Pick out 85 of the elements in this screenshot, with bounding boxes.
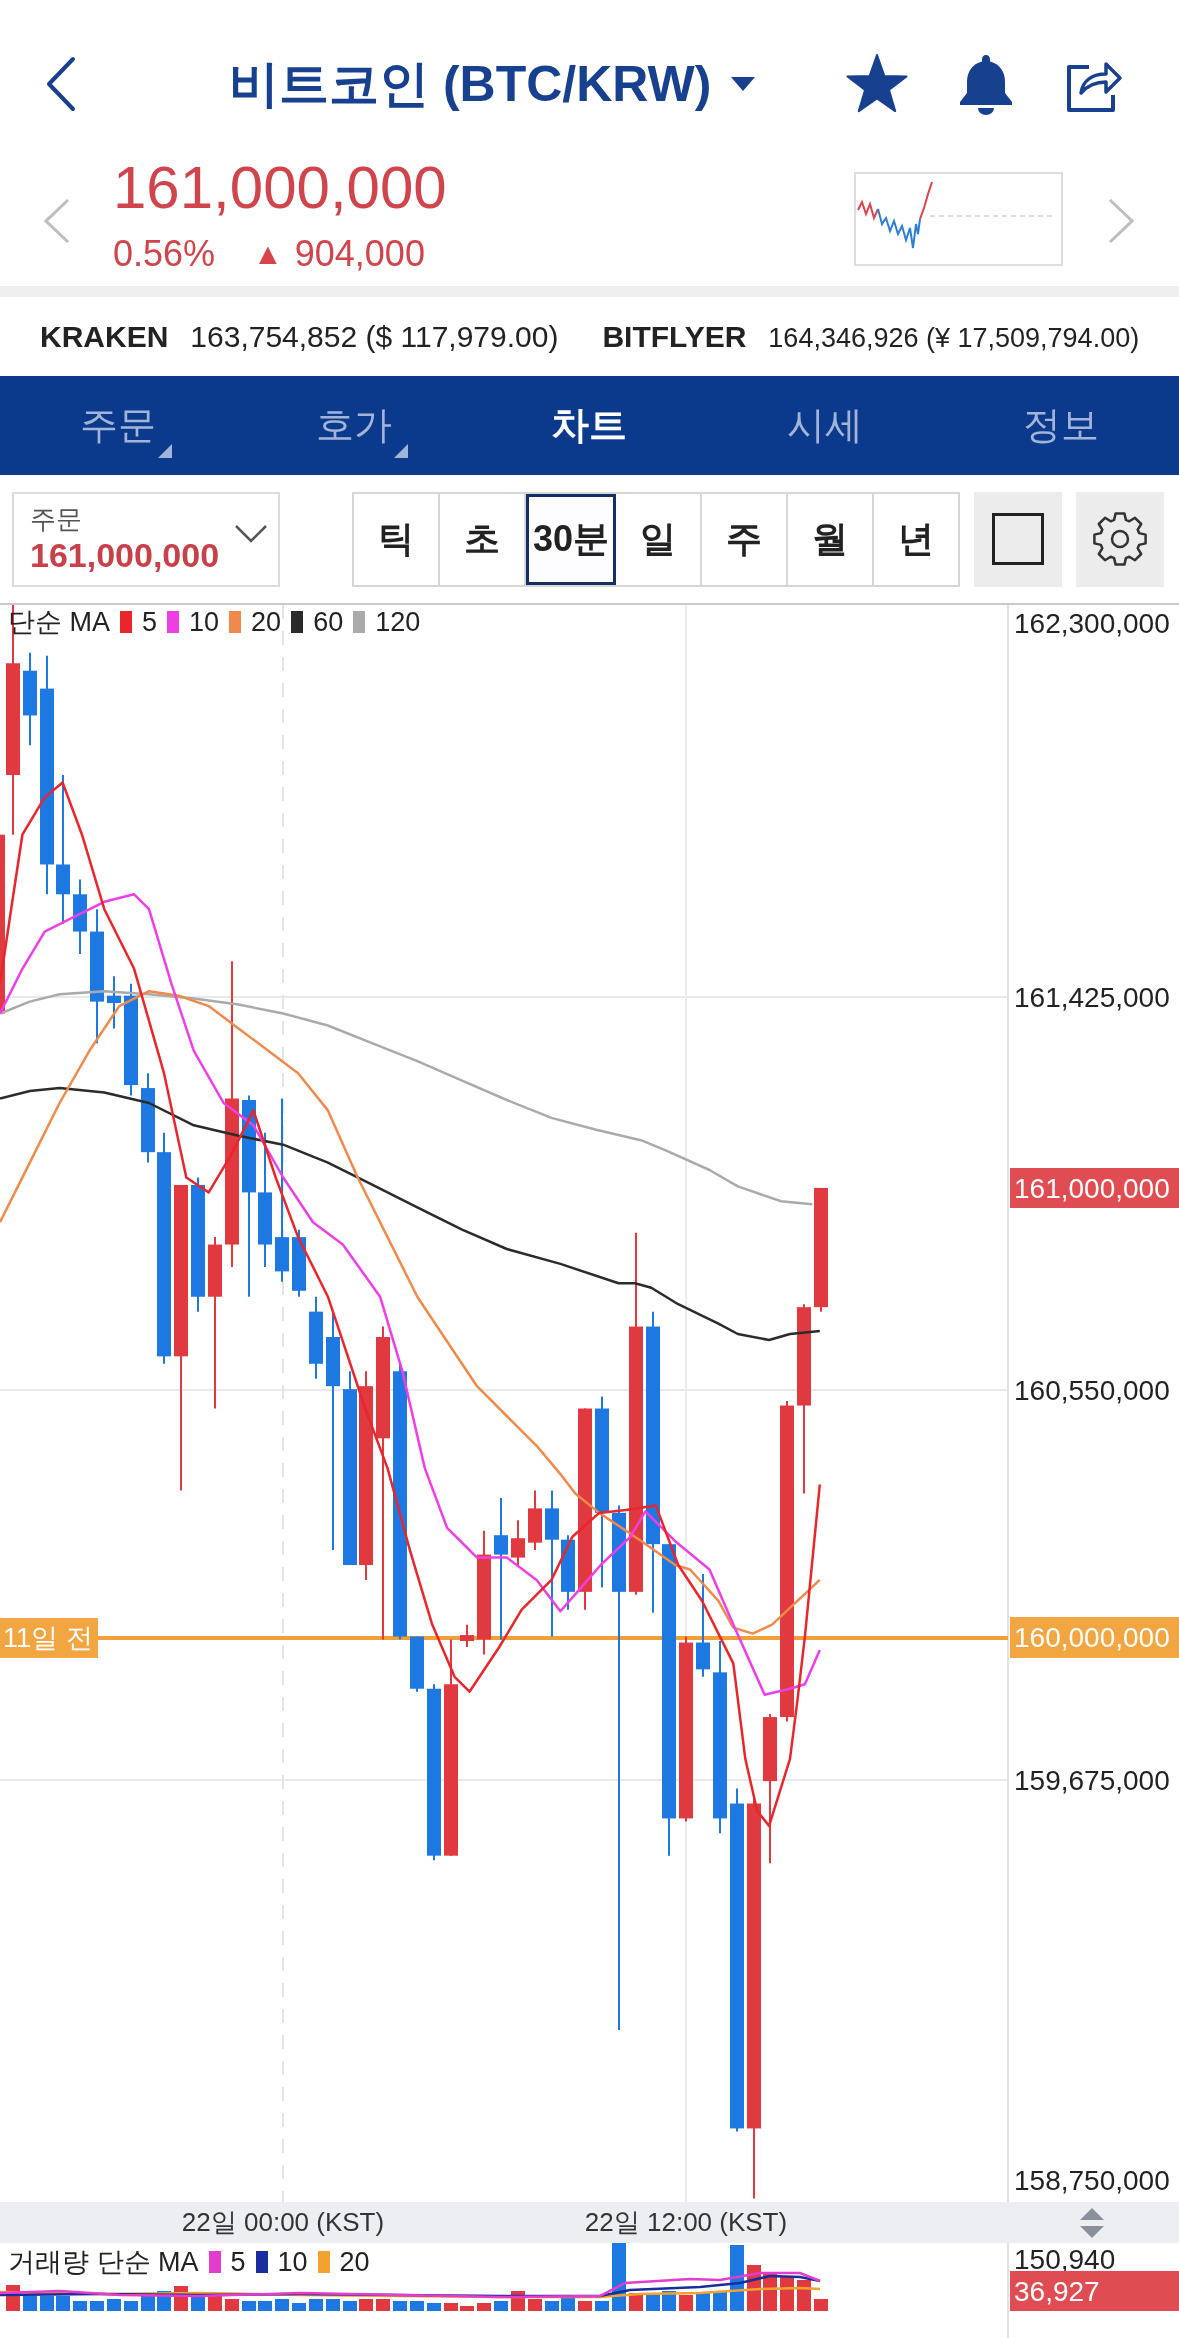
legend-label: 10 <box>189 606 220 639</box>
volume-bar <box>359 2299 373 2311</box>
volume-bar <box>578 2301 592 2311</box>
axis-label: 159,675,000 <box>1014 1764 1170 1796</box>
price-value: 161,000,000 <box>113 158 447 218</box>
volume-bar <box>797 2280 811 2311</box>
back-icon[interactable] <box>45 56 77 112</box>
exchange-price: 164,346,926 (¥ 17,509,794.00) <box>768 322 1140 354</box>
order-price-select[interactable]: 주문 161,000,000 <box>12 491 280 587</box>
legend-label: 20 <box>339 2246 370 2279</box>
candlestick <box>292 1228 306 1298</box>
volume-bar <box>258 2301 272 2311</box>
volume-bar <box>56 2296 70 2311</box>
square-icon <box>992 513 1044 565</box>
volume-bar <box>376 2299 390 2311</box>
volume-bar <box>225 2299 239 2311</box>
star-icon[interactable] <box>846 54 908 114</box>
candlestick <box>410 1635 424 1693</box>
volume-bar <box>460 2306 474 2311</box>
square-button[interactable] <box>974 491 1062 587</box>
candlestick <box>107 975 121 1030</box>
axis-label: 161,425,000 <box>1014 981 1170 1013</box>
legend-label: 거래량 단순 MA <box>8 2246 199 2279</box>
volume-bar <box>90 2301 104 2311</box>
volume-bar <box>528 2299 542 2311</box>
legend-label: 5 <box>230 2246 246 2279</box>
candlestick <box>528 1489 542 1552</box>
volume-bar <box>444 2303 458 2311</box>
price-tag: 161,000,000 <box>1010 1168 1179 1208</box>
tab[interactable]: 주문 <box>0 376 236 475</box>
legend-label: 60 <box>313 606 344 639</box>
legend-label: 20 <box>251 606 282 639</box>
axis-label: 160,550,000 <box>1014 1374 1170 1406</box>
caret-down-icon <box>731 77 756 91</box>
volume-bar <box>427 2303 441 2311</box>
volume-bar <box>107 2299 121 2311</box>
line-label: 11일 전 <box>0 1618 98 1658</box>
exchange-price: 163,754,852 ($ 117,979.00) <box>190 319 559 354</box>
tab[interactable]: 정보 <box>943 376 1179 475</box>
volume-bar <box>393 2301 407 2311</box>
axis-label: 158,750,000 <box>1014 2164 1170 2196</box>
legend-label: 10 <box>277 2246 308 2279</box>
legend-label: 5 <box>142 606 158 639</box>
candlestick <box>511 1519 525 1567</box>
change-arrow: ▲ <box>253 236 283 272</box>
volume-bar <box>242 2301 256 2311</box>
volume-bar <box>343 2301 357 2311</box>
time-label: 22일 00:00 (KST) <box>181 2206 385 2238</box>
volume-bar <box>477 2303 491 2311</box>
volume-bar <box>309 2299 323 2311</box>
volume-bar <box>679 2295 693 2311</box>
tab[interactable]: 시세 <box>707 376 944 475</box>
volume-bar <box>73 2301 87 2311</box>
volume-bar <box>494 2301 508 2311</box>
settings-icon <box>1092 511 1148 567</box>
volume-bar <box>410 2301 424 2311</box>
volume-bar <box>292 2303 306 2311</box>
settings-button[interactable] <box>1076 491 1164 587</box>
time-label: 22일 12:00 (KST) <box>584 2206 788 2238</box>
title-dropdown[interactable]: 비트코인 (BTC/KRW) <box>229 50 756 118</box>
volume-bar <box>23 2296 37 2311</box>
tab[interactable]: 호가 <box>235 376 472 475</box>
exchange-name: KRAKEN <box>40 319 169 354</box>
volume-bar <box>662 2291 676 2311</box>
volume-tag: 36,927 <box>1010 2271 1179 2311</box>
volume-bar <box>124 2301 138 2311</box>
axis-label: 162,300,000 <box>1014 607 1170 639</box>
chevron-down-icon <box>234 524 268 544</box>
candlestick <box>460 1623 474 1648</box>
select-value: 161,000,000 <box>30 535 220 575</box>
exchange-name: BITFLYER <box>602 319 747 354</box>
volume-bar <box>40 2296 54 2311</box>
change-percent: 0.56% <box>113 232 216 276</box>
volume-bar <box>814 2299 828 2311</box>
legend-label: 120 <box>375 606 421 639</box>
select-label: 주문 <box>30 503 83 535</box>
volume-bar <box>545 2301 559 2311</box>
period-tab[interactable]: 30분 <box>526 493 616 585</box>
volume-bar <box>326 2299 340 2311</box>
volume-bar <box>275 2299 289 2311</box>
price-tag: 160,000,000 <box>1010 1617 1179 1658</box>
tab[interactable]: 차트 <box>471 376 708 475</box>
volume-bar <box>713 2291 727 2311</box>
volume-bar <box>595 2301 609 2311</box>
change-amount: 904,000 <box>294 232 425 276</box>
